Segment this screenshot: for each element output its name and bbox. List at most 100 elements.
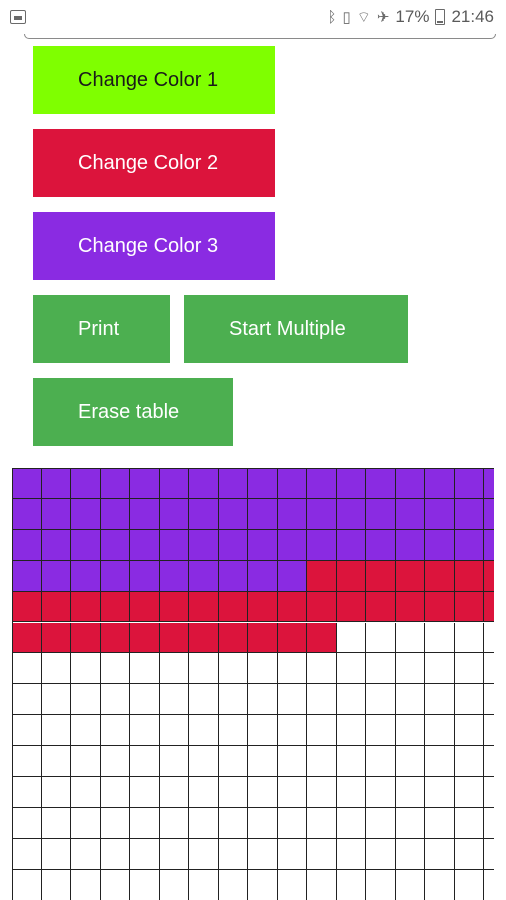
table-cell[interactable]: [484, 869, 494, 900]
table-cell[interactable]: [189, 591, 219, 623]
table-cell[interactable]: [484, 591, 494, 623]
table-cell[interactable]: [12, 869, 42, 900]
table-cell[interactable]: [100, 622, 130, 654]
table-cell[interactable]: [130, 838, 160, 870]
table-cell[interactable]: [71, 498, 101, 530]
table-cell[interactable]: [366, 468, 396, 499]
table-cell[interactable]: [277, 468, 307, 499]
table-cell[interactable]: [336, 838, 366, 870]
table-cell[interactable]: [484, 529, 494, 561]
table-cell[interactable]: [130, 622, 160, 654]
table-cell[interactable]: [395, 684, 425, 716]
table-cell[interactable]: [12, 838, 42, 870]
table-cell[interactable]: [248, 529, 278, 561]
table-cell[interactable]: [218, 622, 248, 654]
table-cell[interactable]: [41, 560, 71, 592]
table-cell[interactable]: [366, 807, 396, 839]
table-cell[interactable]: [336, 622, 366, 654]
table-cell[interactable]: [484, 777, 494, 808]
table-cell[interactable]: [130, 653, 160, 685]
erase-table-button[interactable]: Erase table: [33, 378, 233, 446]
table-cell[interactable]: [277, 498, 307, 530]
table-cell[interactable]: [130, 560, 160, 592]
table-cell[interactable]: [248, 777, 278, 808]
table-cell[interactable]: [395, 777, 425, 808]
table-cell[interactable]: [425, 777, 455, 808]
table-cell[interactable]: [41, 468, 71, 499]
table-cell[interactable]: [277, 529, 307, 561]
table-cell[interactable]: [336, 591, 366, 623]
table-cell[interactable]: [41, 746, 71, 777]
table-cell[interactable]: [484, 684, 494, 716]
table-cell[interactable]: [454, 838, 484, 870]
table-cell[interactable]: [307, 622, 337, 654]
table-cell[interactable]: [454, 591, 484, 623]
table-cell[interactable]: [395, 622, 425, 654]
table-cell[interactable]: [159, 468, 189, 499]
table-cell[interactable]: [12, 591, 42, 623]
table-cell[interactable]: [71, 807, 101, 839]
table-cell[interactable]: [336, 498, 366, 530]
table-cell[interactable]: [12, 622, 42, 654]
table-cell[interactable]: [248, 653, 278, 685]
table-cell[interactable]: [307, 807, 337, 839]
table-cell[interactable]: [425, 498, 455, 530]
table-cell[interactable]: [484, 560, 494, 592]
table-cell[interactable]: [189, 529, 219, 561]
table-cell[interactable]: [425, 807, 455, 839]
table-cell[interactable]: [248, 746, 278, 777]
table-cell[interactable]: [130, 777, 160, 808]
table-cell[interactable]: [425, 746, 455, 777]
table-cell[interactable]: [130, 869, 160, 900]
table-cell[interactable]: [366, 715, 396, 747]
table-cell[interactable]: [41, 777, 71, 808]
table-cell[interactable]: [100, 653, 130, 685]
table-cell[interactable]: [12, 468, 42, 499]
table-cell[interactable]: [307, 498, 337, 530]
table-cell[interactable]: [425, 622, 455, 654]
table-cell[interactable]: [484, 715, 494, 747]
table-cell[interactable]: [71, 777, 101, 808]
table-cell[interactable]: [71, 560, 101, 592]
table-cell[interactable]: [366, 622, 396, 654]
table-cell[interactable]: [159, 715, 189, 747]
table-cell[interactable]: [395, 715, 425, 747]
table-cell[interactable]: [218, 838, 248, 870]
table-cell[interactable]: [130, 529, 160, 561]
table-cell[interactable]: [395, 653, 425, 685]
table-cell[interactable]: [484, 746, 494, 777]
table-cell[interactable]: [395, 591, 425, 623]
table-cell[interactable]: [41, 715, 71, 747]
table-cell[interactable]: [248, 684, 278, 716]
table-cell[interactable]: [425, 838, 455, 870]
table-cell[interactable]: [130, 498, 160, 530]
table-cell[interactable]: [395, 746, 425, 777]
table-cell[interactable]: [454, 468, 484, 499]
table-cell[interactable]: [307, 777, 337, 808]
table-cell[interactable]: [395, 529, 425, 561]
table-cell[interactable]: [336, 715, 366, 747]
table-cell[interactable]: [71, 622, 101, 654]
table-cell[interactable]: [454, 869, 484, 900]
table-cell[interactable]: [12, 777, 42, 808]
table-cell[interactable]: [218, 715, 248, 747]
table-cell[interactable]: [189, 777, 219, 808]
table-cell[interactable]: [277, 838, 307, 870]
table-cell[interactable]: [189, 746, 219, 777]
table-cell[interactable]: [218, 468, 248, 499]
table-cell[interactable]: [218, 653, 248, 685]
table-cell[interactable]: [130, 807, 160, 839]
table-cell[interactable]: [366, 869, 396, 900]
table-cell[interactable]: [189, 468, 219, 499]
table-cell[interactable]: [41, 838, 71, 870]
table-cell[interactable]: [12, 684, 42, 716]
table-cell[interactable]: [248, 807, 278, 839]
table-cell[interactable]: [248, 591, 278, 623]
table-cell[interactable]: [100, 684, 130, 716]
table-cell[interactable]: [71, 653, 101, 685]
table-cell[interactable]: [159, 653, 189, 685]
table-cell[interactable]: [248, 622, 278, 654]
table-cell[interactable]: [100, 869, 130, 900]
table-cell[interactable]: [130, 591, 160, 623]
table-cell[interactable]: [100, 715, 130, 747]
